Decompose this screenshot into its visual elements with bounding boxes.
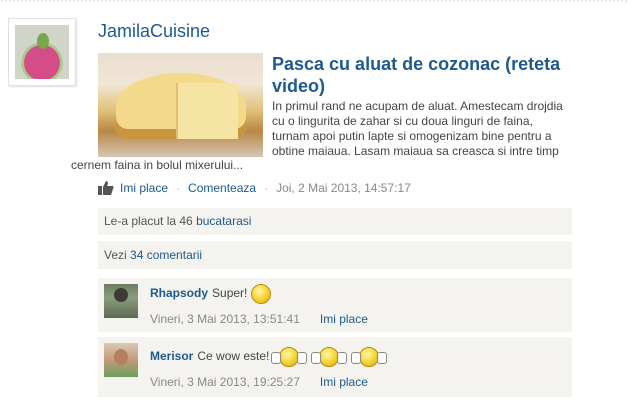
post-excerpt: In primul rand ne acupam de aluat. Amest… bbox=[98, 99, 568, 159]
post-excerpt-tail: cernem faina in bolul mixerului... bbox=[71, 158, 568, 173]
clapping-emoji-icon bbox=[271, 347, 308, 367]
commenter-name-link[interactable]: Merisor bbox=[150, 349, 193, 363]
comment-header: Merisor Ce wow este! bbox=[150, 347, 389, 367]
comments-summary-text: Vezi bbox=[104, 248, 127, 262]
likes-summary: Le-a placut la 46 bucatarasi bbox=[98, 208, 572, 235]
comment-text: Super! bbox=[212, 286, 248, 301]
emoji-icon bbox=[251, 284, 272, 304]
post-date: Joi, 2 Mai 2013, 14:57:17 bbox=[276, 181, 411, 195]
comment-like-link[interactable]: Imi place bbox=[320, 312, 368, 326]
view-comments-link[interactable]: 34 comentarii bbox=[130, 248, 202, 262]
thumbs-up-icon bbox=[98, 181, 114, 195]
clapping-emoji-icon bbox=[351, 347, 388, 367]
comment-header: Rhapsody Super! bbox=[150, 284, 272, 304]
comment-date: Vineri, 3 Mai 2013, 19:25:27 bbox=[150, 375, 300, 389]
commenter-avatar[interactable] bbox=[104, 284, 138, 318]
comment-meta: Vineri, 3 Mai 2013, 19:25:27 Imi place bbox=[150, 375, 368, 389]
comments-summary: Vezi 34 comentarii bbox=[98, 241, 572, 269]
author-name-link[interactable]: JamilaCuisine bbox=[98, 21, 210, 42]
post-title-link[interactable]: Pasca cu aluat de cozonac (reteta video) bbox=[272, 53, 572, 97]
likes-text: Le-a placut la 46 bbox=[104, 214, 193, 228]
like-link[interactable]: Imi place bbox=[120, 181, 168, 195]
top-divider bbox=[0, 0, 628, 2]
excerpt-tail-text: cernem faina in bolul mixerului... bbox=[71, 158, 244, 172]
commenter-name-link[interactable]: Rhapsody bbox=[150, 286, 208, 300]
comment-text: Ce wow este! bbox=[197, 349, 270, 364]
author-avatar[interactable] bbox=[8, 18, 76, 86]
post-actions: Imi place · Comenteaza · Joi, 2 Mai 2013… bbox=[98, 181, 411, 195]
clapping-emoji-icon bbox=[311, 347, 348, 367]
comment-item: Merisor Ce wow este! Vineri, 3 Mai 2013, … bbox=[98, 337, 572, 397]
author-avatar-image bbox=[15, 25, 69, 79]
excerpt-text: In primul rand ne acupam de aluat. Amest… bbox=[272, 99, 563, 158]
comment-item: Rhapsody Super! Vineri, 3 Mai 2013, 13:51… bbox=[98, 278, 572, 332]
likers-link[interactable]: bucatarasi bbox=[196, 214, 251, 228]
commenter-avatar[interactable] bbox=[104, 343, 138, 377]
separator: · bbox=[176, 181, 181, 195]
comment-link[interactable]: Comenteaza bbox=[188, 181, 256, 195]
separator: · bbox=[264, 181, 269, 195]
comment-like-link[interactable]: Imi place bbox=[320, 375, 368, 389]
comment-date: Vineri, 3 Mai 2013, 13:51:41 bbox=[150, 312, 300, 326]
comment-meta: Vineri, 3 Mai 2013, 13:51:41 Imi place bbox=[150, 312, 368, 326]
